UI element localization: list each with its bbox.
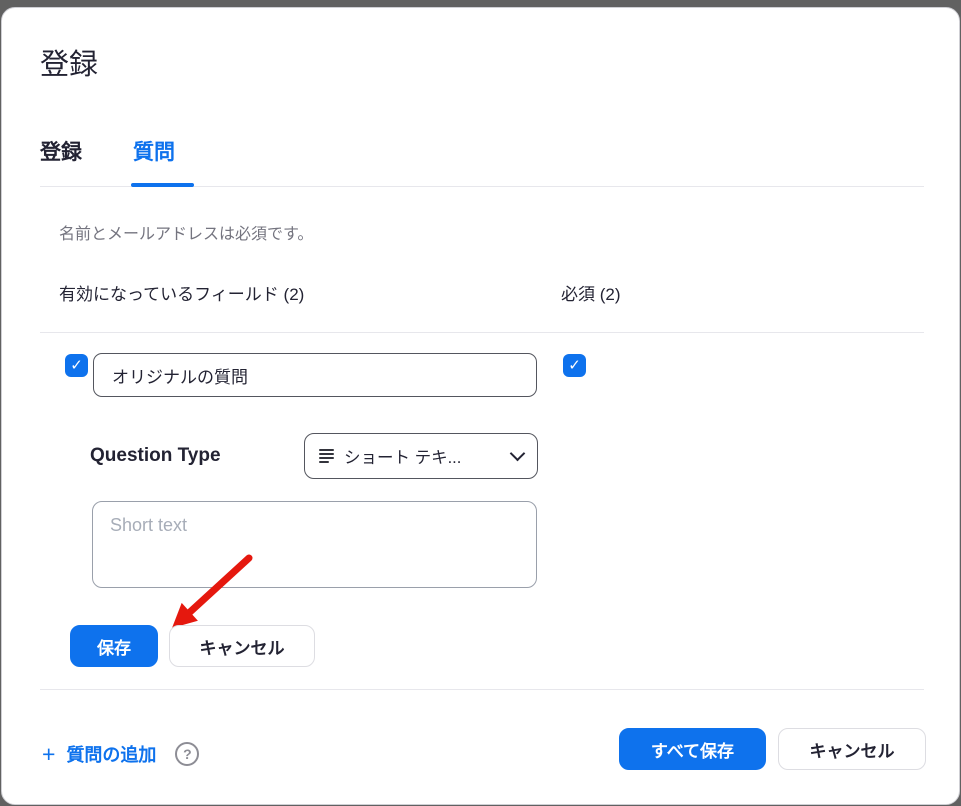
required-checkbox[interactable]: ✓ [563, 354, 586, 377]
required-fields-note: 名前とメールアドレスは必須です。 [59, 220, 313, 244]
page-title: 登録 [40, 41, 98, 83]
add-question-button[interactable]: + 質問の追加 ? [42, 741, 199, 767]
enabled-checkbox[interactable]: ✓ [65, 354, 88, 377]
screen-backdrop: 登録 登録 質問 名前とメールアドレスは必須です。 有効になっているフィールド … [0, 0, 961, 806]
question-text-input[interactable] [93, 353, 537, 397]
tab-questions[interactable]: 質問 [133, 136, 175, 166]
question-type-dropdown[interactable]: ショート テキ... [304, 433, 538, 479]
short-text-icon [319, 447, 334, 465]
save-all-button[interactable]: すべて保存 [619, 728, 766, 770]
checkmark-icon: ✓ [568, 358, 581, 373]
table-divider [40, 332, 924, 333]
tab-registration[interactable]: 登録 [40, 136, 82, 166]
cancel-button[interactable]: キャンセル [169, 625, 315, 667]
registration-dialog: 登録 登録 質問 名前とメールアドレスは必須です。 有効になっているフィールド … [1, 7, 960, 805]
add-question-label: 質問の追加 [66, 741, 156, 767]
active-tab-underline [131, 183, 194, 187]
question-type-value: ショート テキ... [344, 444, 502, 468]
question-type-label: Question Type [90, 445, 221, 467]
footer-divider [40, 689, 924, 690]
help-icon[interactable]: ? [175, 742, 199, 766]
chevron-down-icon [510, 446, 526, 462]
checkmark-icon: ✓ [70, 358, 83, 373]
answer-preview-textarea[interactable] [92, 501, 537, 588]
enabled-fields-header: 有効になっているフィールド (2) [59, 280, 304, 305]
save-button[interactable]: 保存 [70, 625, 158, 667]
plus-icon: + [42, 743, 55, 766]
required-header: 必須 (2) [561, 280, 621, 305]
cancel-all-button[interactable]: キャンセル [778, 728, 926, 770]
